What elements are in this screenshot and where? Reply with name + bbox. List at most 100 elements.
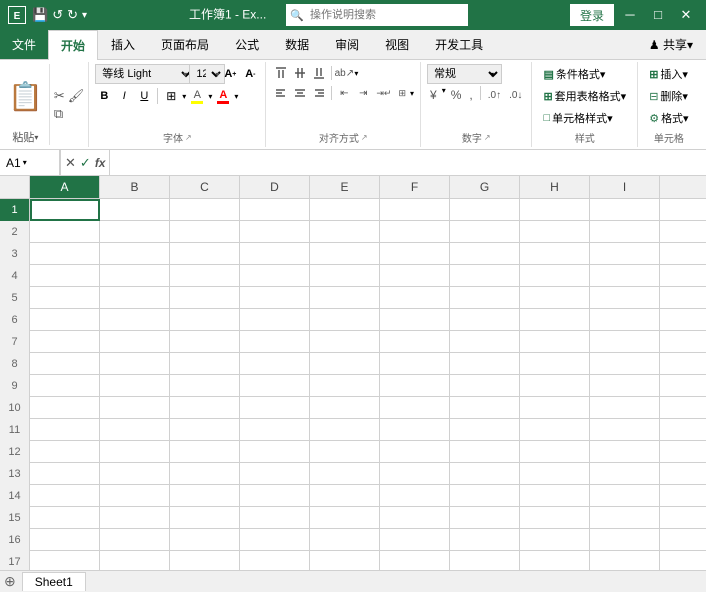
cell-H11[interactable] bbox=[520, 419, 590, 441]
indent-increase-button[interactable]: ⇥ bbox=[354, 84, 372, 102]
insert-cell-button[interactable]: ⊞ 插入▾ bbox=[644, 64, 693, 84]
minimize-button[interactable]: ─ bbox=[618, 0, 642, 30]
conditional-format-button[interactable]: ▤ 条件格式▾ bbox=[538, 64, 610, 84]
cell-D5[interactable] bbox=[240, 287, 310, 309]
bold-button[interactable]: B bbox=[95, 86, 113, 106]
col-header-I[interactable]: I bbox=[590, 176, 660, 198]
decimal-add-button[interactable]: .0↑ bbox=[485, 86, 504, 104]
cell-G8[interactable] bbox=[450, 353, 520, 375]
cell-F16[interactable] bbox=[380, 529, 450, 551]
row-number-4[interactable]: 4 bbox=[0, 265, 30, 287]
cell-A1[interactable] bbox=[30, 199, 100, 221]
cell-G3[interactable] bbox=[450, 243, 520, 265]
cell-B12[interactable] bbox=[100, 441, 170, 463]
cell-F17[interactable] bbox=[380, 551, 450, 570]
decimal-remove-button[interactable]: .0↓ bbox=[506, 86, 525, 104]
cell-B6[interactable] bbox=[100, 309, 170, 331]
col-header-F[interactable]: F bbox=[380, 176, 450, 198]
row-number-15[interactable]: 15 bbox=[0, 507, 30, 529]
sheet-tab-1[interactable]: Sheet1 bbox=[22, 572, 86, 591]
cell-I17[interactable] bbox=[590, 551, 660, 570]
cell-A10[interactable] bbox=[30, 397, 100, 419]
cell-F12[interactable] bbox=[380, 441, 450, 463]
col-header-H[interactable]: H bbox=[520, 176, 590, 198]
cell-C2[interactable] bbox=[170, 221, 240, 243]
cell-G13[interactable] bbox=[450, 463, 520, 485]
number-format-dropdown[interactable]: ▾ bbox=[490, 70, 494, 79]
cell-C11[interactable] bbox=[170, 419, 240, 441]
cell-G6[interactable] bbox=[450, 309, 520, 331]
underline-button[interactable]: U bbox=[135, 86, 153, 106]
row-number-6[interactable]: 6 bbox=[0, 309, 30, 331]
cell-B2[interactable] bbox=[100, 221, 170, 243]
cell-F5[interactable] bbox=[380, 287, 450, 309]
cell-G11[interactable] bbox=[450, 419, 520, 441]
font-size-decrease-button[interactable]: A- bbox=[241, 64, 259, 84]
cell-A12[interactable] bbox=[30, 441, 100, 463]
col-header-C[interactable]: C bbox=[170, 176, 240, 198]
cell-F7[interactable] bbox=[380, 331, 450, 353]
cell-G2[interactable] bbox=[450, 221, 520, 243]
search-input[interactable] bbox=[304, 5, 464, 25]
border-dropdown[interactable]: ▾ bbox=[182, 92, 186, 101]
cell-H15[interactable] bbox=[520, 507, 590, 529]
cell-I5[interactable] bbox=[590, 287, 660, 309]
border-button[interactable]: ⊞ bbox=[162, 86, 180, 106]
cell-G16[interactable] bbox=[450, 529, 520, 551]
cell-I11[interactable] bbox=[590, 419, 660, 441]
cell-F4[interactable] bbox=[380, 265, 450, 287]
cell-E11[interactable] bbox=[310, 419, 380, 441]
row-number-3[interactable]: 3 bbox=[0, 243, 30, 265]
cell-G10[interactable] bbox=[450, 397, 520, 419]
comma-button[interactable]: , bbox=[466, 86, 475, 104]
cell-I8[interactable] bbox=[590, 353, 660, 375]
cell-I12[interactable] bbox=[590, 441, 660, 463]
copy-button[interactable]: ⧉ bbox=[54, 106, 63, 122]
cell-E8[interactable] bbox=[310, 353, 380, 375]
cell-G15[interactable] bbox=[450, 507, 520, 529]
cell-A15[interactable] bbox=[30, 507, 100, 529]
cell-F2[interactable] bbox=[380, 221, 450, 243]
cell-F9[interactable] bbox=[380, 375, 450, 397]
cell-H4[interactable] bbox=[520, 265, 590, 287]
cell-D6[interactable] bbox=[240, 309, 310, 331]
cell-G12[interactable] bbox=[450, 441, 520, 463]
cell-E6[interactable] bbox=[310, 309, 380, 331]
row-number-8[interactable]: 8 bbox=[0, 353, 30, 375]
cell-A2[interactable] bbox=[30, 221, 100, 243]
cell-C6[interactable] bbox=[170, 309, 240, 331]
restore-button[interactable]: □ bbox=[646, 0, 670, 30]
cell-ref-dropdown[interactable]: ▾ bbox=[23, 158, 27, 167]
delete-cell-button[interactable]: ⊟ 删除▾ bbox=[644, 86, 693, 106]
align-right-button[interactable] bbox=[310, 84, 328, 102]
cell-C3[interactable] bbox=[170, 243, 240, 265]
font-size-dropdown[interactable]: ▾ bbox=[215, 70, 219, 79]
row-number-11[interactable]: 11 bbox=[0, 419, 30, 441]
tab-page-layout[interactable]: 页面布局 bbox=[148, 29, 222, 59]
font-size-increase-button[interactable]: A+ bbox=[221, 64, 239, 84]
cell-H14[interactable] bbox=[520, 485, 590, 507]
cell-D15[interactable] bbox=[240, 507, 310, 529]
cell-C16[interactable] bbox=[170, 529, 240, 551]
cell-B5[interactable] bbox=[100, 287, 170, 309]
cell-H10[interactable] bbox=[520, 397, 590, 419]
cell-C14[interactable] bbox=[170, 485, 240, 507]
tab-home[interactable]: 开始 bbox=[48, 30, 98, 60]
cell-F15[interactable] bbox=[380, 507, 450, 529]
cell-B14[interactable] bbox=[100, 485, 170, 507]
col-header-D[interactable]: D bbox=[240, 176, 310, 198]
cell-G4[interactable] bbox=[450, 265, 520, 287]
cell-C12[interactable] bbox=[170, 441, 240, 463]
cell-I6[interactable] bbox=[590, 309, 660, 331]
cell-C4[interactable] bbox=[170, 265, 240, 287]
col-header-B[interactable]: B bbox=[100, 176, 170, 198]
cell-I9[interactable] bbox=[590, 375, 660, 397]
cell-I3[interactable] bbox=[590, 243, 660, 265]
merge-dropdown[interactable]: ▾ bbox=[410, 89, 414, 98]
cell-H3[interactable] bbox=[520, 243, 590, 265]
cell-F1[interactable] bbox=[380, 199, 450, 221]
format-cell-button[interactable]: ⚙ 格式▾ bbox=[644, 108, 693, 128]
row-number-16[interactable]: 16 bbox=[0, 529, 30, 551]
cell-E15[interactable] bbox=[310, 507, 380, 529]
row-number-9[interactable]: 9 bbox=[0, 375, 30, 397]
